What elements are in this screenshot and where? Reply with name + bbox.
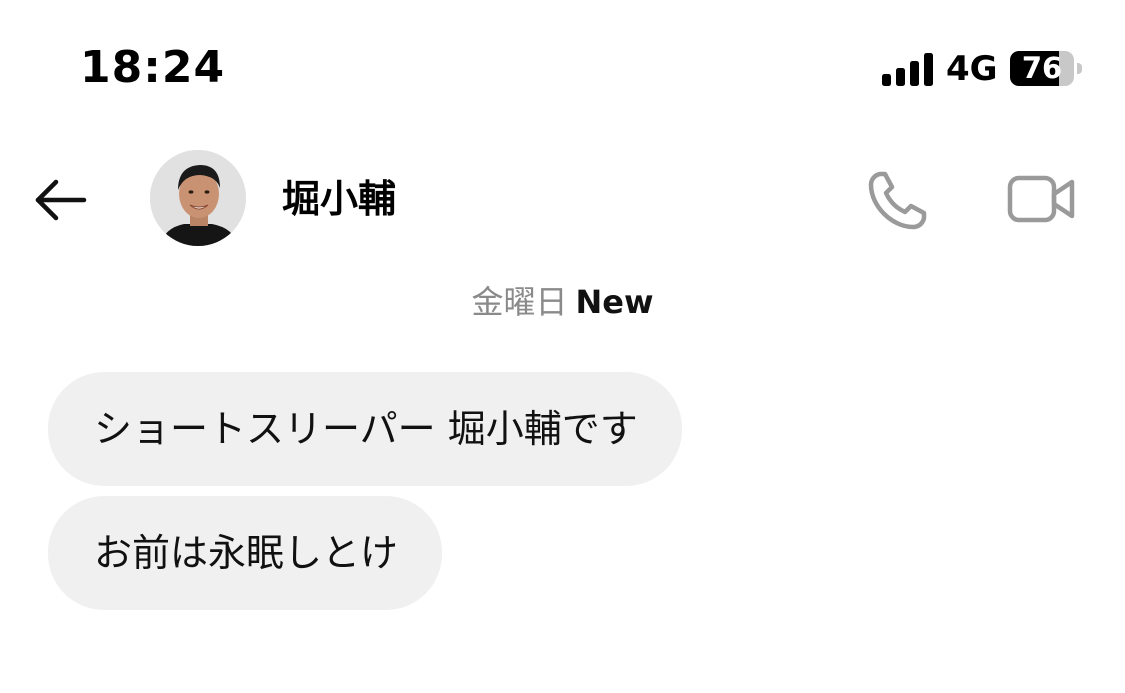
profile-photo [150,150,246,246]
phone-icon [868,171,927,230]
video-call-button[interactable] [1004,168,1080,230]
message-bubble[interactable]: お前は永眠しとけ [48,496,443,610]
back-arrow-icon [35,179,87,221]
status-bar: 18:24 4G 76 [0,0,1125,130]
chat-header: 堀小輔 [0,140,1125,260]
cellular-signal-icon [882,52,934,86]
avatar[interactable] [150,150,246,246]
message-text: ショートスリーパー 堀小輔です [94,407,638,451]
battery-icon: 76 [1010,51,1084,86]
day-separator: 金曜日 New [0,282,1125,322]
battery-percentage: 76 [1021,51,1063,85]
contact-name[interactable]: 堀小輔 [282,176,396,222]
voice-call-button[interactable] [862,166,932,236]
network-type: 4G [946,49,998,89]
message-text: お前は永眠しとけ [94,531,399,575]
video-camera-icon [1007,175,1075,223]
message-bubble[interactable]: ショートスリーパー 堀小輔です [48,372,682,486]
new-label: New [575,283,654,321]
back-button[interactable] [28,168,92,232]
day-label: 金曜日 [471,283,568,321]
status-time: 18:24 [80,42,226,93]
